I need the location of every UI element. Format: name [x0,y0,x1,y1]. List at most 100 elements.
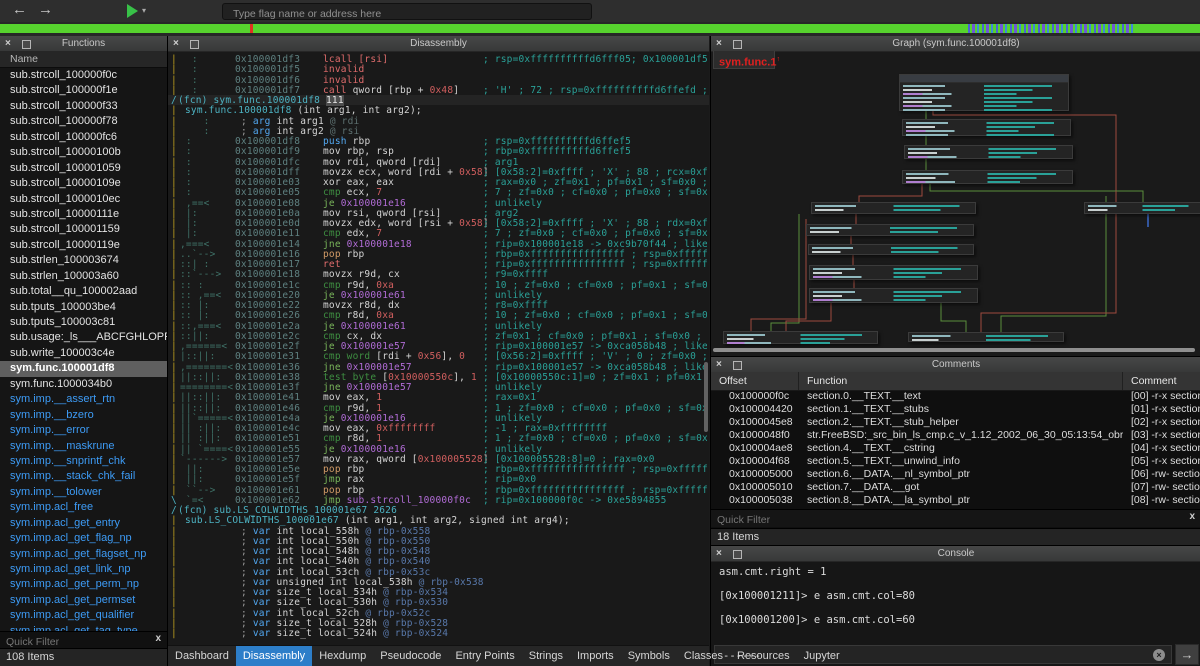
disassembly-line[interactable]: | :0x100001df6invalid [168,75,709,85]
function-list-item[interactable]: sym.imp.__assert_rtn [0,392,167,407]
function-list-item[interactable]: sub.strcoll_10000109e [0,176,167,191]
disassembly-line[interactable]: | |:0x100001e0amov rsi, qword [rsi]; arg… [168,208,709,218]
function-list-item[interactable]: sub.strcoll_100000f78 [0,114,167,129]
disassembly-line[interactable]: |; var unsigned int local_538h @ rbp-0x5… [168,577,709,587]
tab-imports[interactable]: Imports [570,646,621,666]
close-icon[interactable]: × [5,36,11,51]
disassembly-line[interactable]: ||| `====<0x100001e55je 0x100001e16; unl… [168,444,709,454]
disassembly-line[interactable]: | :0x100001df3lcall [rsi]; rsp=0xfffffff… [168,54,709,64]
function-list-item[interactable]: sub.usage:_ls___ABCFGHLOPRSTUVW [0,330,167,345]
disassembly-line[interactable]: | ``-->0x100001e61pop rbp; rbp=0xfffffff… [168,485,709,495]
clear-filter-icon[interactable]: x [1189,511,1195,522]
disassembly-line[interactable]: ||| :||:0x100001e4cmov eax, 0xffffffff; … [168,423,709,433]
graph-basic-block[interactable] [902,119,1071,136]
graph-basic-block[interactable] [899,74,1069,111]
tab-disassembly[interactable]: Disassembly [236,646,312,666]
function-list-item[interactable]: sym.imp.__tolower [0,485,167,500]
function-list-item[interactable]: sub.write_100003c4e [0,346,167,361]
comments-table-row[interactable]: 0x100004f68section.5.__TEXT.__unwind_inf… [711,455,1200,468]
disassembly-line[interactable]: |..`-->0x100001e16pop rbp; rbp=0xfffffff… [168,249,709,259]
disassembly-line[interactable]: | :0x100001df8push rbp; rsp=0xffffffffff… [168,136,709,146]
function-list-item[interactable]: sub.strcoll_10000119e [0,238,167,253]
disassembly-line[interactable]: |; var int local_558h @ rbp-0x558 [168,526,709,536]
disassembly-line[interactable]: | :0x100001dffmovzx ecx, word [rdi + 0x5… [168,167,709,177]
comments-table-row[interactable]: 0x100005038section.8.__DATA.__la_symbol_… [711,494,1200,507]
continue-debug-button[interactable] [127,4,138,18]
disassembly-line[interactable]: |::||:0x100001e2ccmp cx, dx; zf=0x1 ; cf… [168,331,709,341]
graph-basic-block[interactable] [809,288,978,303]
function-list-item[interactable]: sub.strcoll_10000100b [0,145,167,160]
graph-basic-block[interactable] [908,332,1064,342]
disassembly-line[interactable]: |:: |:0x100001e26cmp r8d, 0xa; 10 ; zf=0… [168,310,709,320]
disassembly-line[interactable]: | :0x100001e03xor eax, eax; rax=0x0 ; zf… [168,177,709,187]
disassembly-line[interactable]: |; var size_t local_528h @ rbp-0x528 [168,618,709,628]
disassembly-line[interactable]: ||::||:0x100001e31cmp word [rdi + 0x56],… [168,351,709,361]
function-list-item[interactable]: sym.func.1000034b0 [0,377,167,392]
tab-resources[interactable]: Resources [730,646,797,666]
disassembly-line[interactable]: | |:0x100001e11cmp edx, 7; 7 ; zf=0x0 ; … [168,228,709,238]
comments-table-row[interactable]: 0x100004420section.1.__TEXT.__stubs[01] … [711,403,1200,416]
graph-basic-block[interactable] [809,265,978,280]
close-icon[interactable]: × [173,36,179,51]
functions-column-header-name[interactable]: Name [0,51,167,68]
tab-entry-points[interactable]: Entry Points [448,646,521,666]
disassembly-line[interactable]: \ `=<0x100001e62jmp sub.strcoll_100000f0… [168,495,709,505]
chevron-down-icon[interactable]: ▾ [142,6,146,15]
disassembly-line[interactable]: |,===<0x100001e14jne 0x100001e18; rip=0x… [168,239,709,249]
disassembly-line[interactable]: | :; arg int arg1 @ rdi [168,116,709,126]
function-list-item[interactable]: sym.imp.acl_get_permset [0,593,167,608]
disassembly-line[interactable]: |:: |:0x100001e22movzx r8d, dx; r8=0xfff… [168,300,709,310]
float-panel-icon[interactable] [22,40,31,49]
function-list-item[interactable]: sub.strcoll_10000111e [0,207,167,222]
comments-table-row[interactable]: 0x100004ae8section.4.__TEXT.__cstring[04… [711,442,1200,455]
disassembly-line[interactable]: |:: ,==<0x100001e20je 0x100001e61; unlik… [168,290,709,300]
function-list-item[interactable]: sym.imp.__maskrune [0,439,167,454]
disassembly-line[interactable]: | ||:0x100001e5fjmp rax; rip=0x0 [168,474,709,484]
tab-pseudocode[interactable]: Pseudocode [373,646,448,666]
function-list-item[interactable]: sub.strcoll_100000f0c [0,68,167,83]
disassembly-line[interactable]: |; var int local_548h @ rbp-0x548 [168,546,709,556]
disassembly-line[interactable]: | :; arg int arg2 @ rsi [168,126,709,136]
tab-jupyter[interactable]: Jupyter [797,646,847,666]
disassembly-line[interactable]: |||::||:0x100001e41mov eax, 1; rax=0x1 [168,392,709,402]
disassembly-line[interactable]: |; var size_t local_534h @ rbp-0x534 [168,587,709,597]
function-list-item[interactable]: sym.imp.__stack_chk_fail [0,469,167,484]
function-list-item[interactable]: sym.imp.acl_get_link_np [0,562,167,577]
tab-hexdump[interactable]: Hexdump [312,646,373,666]
disassembly-line[interactable]: |:: :0x100001e1ccmp r9d, 0xa; 10 ; zf=0x… [168,280,709,290]
function-list-item[interactable]: sub.tputs_100003c81 [0,315,167,330]
function-list-item[interactable]: sym.imp.acl_get_flag_np [0,531,167,546]
address-seekbar[interactable] [0,24,1200,33]
float-panel-icon[interactable] [190,40,199,49]
comments-table-row[interactable]: 0x1000048f0str.FreeBSD:_src_bin_ls_cmp.c… [711,429,1200,442]
clear-console-input-icon[interactable]: × [1153,649,1165,661]
function-list-item[interactable]: sym.imp.__snprintf_chk [0,454,167,469]
function-list-item[interactable]: sub.tputs_100003be4 [0,300,167,315]
back-button[interactable]: ← [12,1,27,18]
function-list-item[interactable]: sub.strcoll_100000f33 [0,99,167,114]
disassembly-line[interactable]: |::,===<0x100001e2aje 0x100001e61; unlik… [168,321,709,331]
disassembly-line[interactable]: |sym.func.100001df8 (int arg1, int arg2)… [168,105,709,115]
function-list-item[interactable]: sym.func.100001df8 [0,361,167,376]
disassembly-line[interactable]: | ,==<0x100001e08je 0x100001e16; unlikel… [168,198,709,208]
function-list-item[interactable]: sym.imp.acl_free [0,500,167,515]
graph-basic-block[interactable] [811,202,976,214]
disassembly-line[interactable]: /(fcn) sym.func.100001df8 111 [168,95,709,105]
function-list-item[interactable]: sub.strcoll_100001159 [0,222,167,237]
graph-basic-block[interactable] [808,244,974,255]
column-header-comment[interactable]: Comment [1123,372,1200,390]
disassembly-line[interactable]: | :0x100001df7call qword [rbp + 0x48]; '… [168,85,709,95]
graph-basic-block[interactable] [902,170,1073,184]
disassembly-line[interactable]: |; var size_t local_524h @ rbp-0x524 [168,628,709,638]
function-list-item[interactable]: sym.imp.acl_get_entry [0,516,167,531]
comments-table-row[interactable]: 0x100005010section.7.__DATA.__got[07] -r… [711,481,1200,494]
disassembly-line[interactable]: |::| :0x100001e17ret; rip=0xffffffffffff… [168,259,709,269]
disassembly-line[interactable]: | ||:0x100001e5epop rbp; rbp=0xfffffffff… [168,464,709,474]
disassembly-line[interactable]: |||`=====<0x100001e4aje 0x100001e16; unl… [168,413,709,423]
comments-table-row[interactable]: 0x100005000section.6.__DATA.__nl_symbol_… [711,468,1200,481]
disassembly-line[interactable]: | |:0x100001e0dmovzx edx, word [rsi + 0x… [168,218,709,228]
disassembly-line[interactable]: |`------>0x100001e57mov rax, qword [0x10… [168,454,709,464]
function-list-item[interactable]: sym.imp.__bzero [0,408,167,423]
function-list-item[interactable]: sub.total__qu_100002aad [0,284,167,299]
disassembly-line[interactable]: |; var int local_540h @ rbp-0x540 [168,556,709,566]
